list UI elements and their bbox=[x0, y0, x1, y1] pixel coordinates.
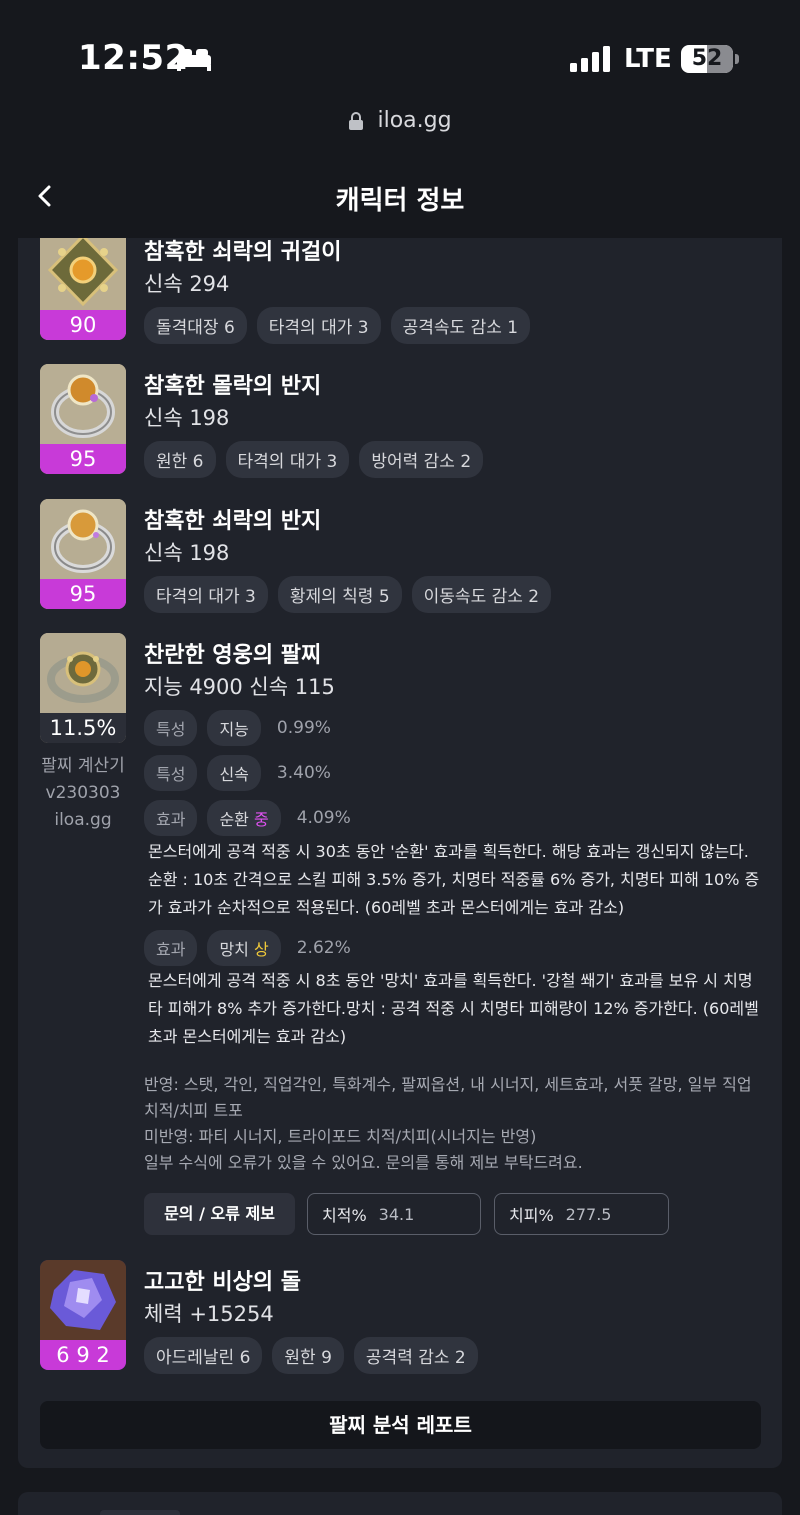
item-stat: 체력 +15254 bbox=[144, 1302, 274, 1326]
inquiry-button[interactable]: 문의 / 오류 제보 bbox=[144, 1193, 295, 1235]
item-level-badge: 90 bbox=[40, 310, 126, 340]
bracelet-option: 효과 망치 상 2.62% bbox=[144, 930, 351, 966]
item-thumbnail: 11.5% bbox=[40, 633, 126, 743]
accessory-card: 90 참혹한 쇠락의 귀걸이 신속 294 돌격대장 6 타격의 대가 3 공격… bbox=[18, 238, 782, 1468]
earring-icon bbox=[40, 238, 126, 310]
not-applied-note: 미반영: 파티 시너지, 트라이포드 치적/치피(시너지는 반영) bbox=[144, 1127, 537, 1146]
option-name-chip: 순환 중 bbox=[207, 800, 281, 836]
crit-rate-input[interactable] bbox=[378, 1204, 469, 1224]
engraving-chip[interactable]: 황제의 칙령 5 bbox=[277, 576, 402, 613]
applied-note: 반영: 스탯, 각인, 직업각인, 특화계수, 팔찌옵션, 내 시너지, 세트효… bbox=[144, 1075, 752, 1120]
item-thumbnail: 95 bbox=[40, 364, 126, 474]
option-description: 몬스터에게 공격 적중 시 30초 동안 '순환' 효과를 획득한다. 해당 효… bbox=[148, 842, 760, 917]
calc-label-line: iloa.gg bbox=[54, 810, 112, 830]
lock-icon bbox=[349, 111, 364, 130]
item-thumbnail: 95 bbox=[40, 499, 126, 609]
crit-dmg-field[interactable]: 치피% bbox=[494, 1193, 669, 1235]
engraving-chip[interactable]: 타격의 대가 3 bbox=[256, 307, 381, 344]
next-card bbox=[18, 1492, 782, 1515]
disclaimer-note: 일부 수식에 오류가 있을 수 있어요. 문의를 통해 제보 부탁드려요. bbox=[144, 1153, 583, 1172]
engraving-chip[interactable]: 이동속도 감소 2 bbox=[411, 576, 552, 613]
option-grade: 상 bbox=[254, 940, 269, 959]
item-stat: 지능 4900 신속 115 bbox=[144, 675, 335, 699]
option-type-chip: 특성 bbox=[144, 710, 198, 746]
item-level-badge: 6 9 2 bbox=[40, 1340, 126, 1370]
bed-icon bbox=[177, 49, 211, 71]
network-type: LTE bbox=[624, 44, 672, 74]
status-time: 12:52 bbox=[78, 38, 189, 78]
status-bar: 12:52 LTE 52 bbox=[0, 0, 800, 110]
item-stat: 신속 198 bbox=[144, 541, 230, 565]
calc-label-line: v230303 bbox=[45, 783, 121, 803]
option-name: 망치 bbox=[219, 940, 249, 959]
option-description: 몬스터에게 공격 적중 시 8초 동안 '망치' 효과를 획득한다. '강철 쐐… bbox=[148, 971, 759, 1046]
engraving-chip[interactable]: 돌격대장 6 bbox=[144, 307, 247, 344]
battery-icon: 52 bbox=[681, 45, 733, 73]
option-name-chip: 망치 상 bbox=[207, 930, 281, 966]
bracelet-option: 특성 지능 0.99% bbox=[144, 710, 331, 746]
item-thumbnail: 6 9 2 bbox=[40, 1260, 126, 1370]
bracelet-section: 11.5% 팔찌 계산기 v230303 iloa.gg 찬란한 영웅의 팔찌 … bbox=[18, 633, 782, 1243]
option-name-chip: 지능 bbox=[207, 710, 261, 746]
item-thumbnail: 90 bbox=[40, 238, 126, 340]
engraving-chip[interactable]: 방어력 감소 2 bbox=[359, 441, 484, 478]
ring-icon bbox=[40, 364, 126, 444]
crit-dmg-label: 치피% bbox=[509, 1206, 554, 1225]
bracelet-icon bbox=[40, 633, 126, 713]
item-stat: 신속 294 bbox=[144, 272, 230, 296]
bracelet-option: 특성 신속 3.40% bbox=[144, 755, 331, 791]
calc-label-line: 팔찌 계산기 bbox=[41, 756, 125, 776]
bracelet-option: 효과 순환 중 4.09% bbox=[144, 800, 351, 836]
page-title: 캐릭터 정보 bbox=[335, 186, 465, 216]
option-type-chip: 효과 bbox=[144, 930, 198, 966]
item-name: 참혹한 쇠락의 반지 bbox=[144, 509, 322, 534]
crit-rate-field[interactable]: 치적% bbox=[307, 1193, 481, 1235]
item-name: 찬란한 영웅의 팔찌 bbox=[144, 643, 322, 668]
engraving-chip[interactable]: 원한 9 bbox=[272, 1337, 344, 1374]
engraving-chip[interactable]: 아드레날린 6 bbox=[144, 1337, 263, 1374]
option-value: 4.09% bbox=[296, 808, 351, 828]
engraving-list: 타격의 대가 3 황제의 칙령 5 이동속도 감소 2 bbox=[144, 576, 552, 613]
option-type-chip: 효과 bbox=[144, 800, 198, 836]
engraving-chip[interactable]: 타격의 대가 3 bbox=[225, 441, 350, 478]
item-name: 참혹한 쇠락의 귀걸이 bbox=[144, 240, 342, 265]
engraving-list: 돌격대장 6 타격의 대가 3 공격속도 감소 1 bbox=[144, 307, 531, 344]
ring-icon bbox=[40, 499, 126, 579]
engraving-list: 원한 6 타격의 대가 3 방어력 감소 2 bbox=[144, 441, 484, 478]
stone-icon bbox=[40, 1260, 126, 1340]
crit-dmg-input[interactable] bbox=[565, 1204, 656, 1224]
item-level-badge: 95 bbox=[40, 444, 126, 474]
engraving-chip[interactable]: 공격속도 감소 1 bbox=[390, 307, 531, 344]
option-value: 2.62% bbox=[296, 938, 351, 958]
engraving-list: 아드레날린 6 원한 9 공격력 감소 2 bbox=[144, 1337, 478, 1374]
option-type-chip: 특성 bbox=[144, 755, 198, 791]
option-name: 순환 bbox=[219, 810, 249, 829]
crit-rate-label: 치적% bbox=[322, 1206, 367, 1225]
option-name-chip: 신속 bbox=[207, 755, 261, 791]
nav-bar: 캐릭터 정보 bbox=[0, 168, 800, 238]
url-bar[interactable]: iloa.gg bbox=[0, 108, 800, 133]
url-text: iloa.gg bbox=[377, 108, 452, 133]
option-value: 3.40% bbox=[276, 763, 331, 783]
bracelet-calculator-label: 팔찌 계산기 v230303 iloa.gg bbox=[40, 753, 126, 834]
engraving-chip[interactable]: 원한 6 bbox=[144, 441, 216, 478]
item-name: 고고한 비상의 돌 bbox=[144, 1270, 301, 1295]
option-value: 0.99% bbox=[276, 718, 331, 738]
bracelet-percent: 11.5% bbox=[40, 713, 126, 743]
option-grade: 중 bbox=[254, 810, 269, 829]
engraving-chip[interactable]: 타격의 대가 3 bbox=[144, 576, 268, 613]
item-name: 참혹한 몰락의 반지 bbox=[144, 374, 322, 399]
item-level-badge: 95 bbox=[40, 579, 126, 609]
item-stat: 신속 198 bbox=[144, 406, 230, 430]
engraving-chip[interactable]: 공격력 감소 2 bbox=[353, 1337, 478, 1374]
bracelet-report-button[interactable]: 팔찌 분석 레포트 bbox=[40, 1401, 761, 1449]
signal-icon bbox=[570, 46, 610, 72]
battery-percent: 52 bbox=[691, 46, 723, 71]
